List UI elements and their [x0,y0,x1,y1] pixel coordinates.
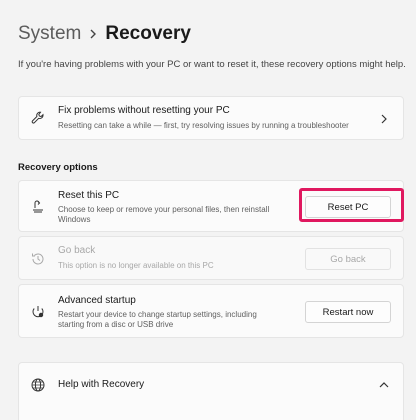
breadcrumb-system[interactable]: System [18,23,81,45]
fix-problems-title: Fix problems without resetting your PC [58,105,230,116]
chevron-up-icon[interactable] [379,380,389,390]
go-back-card: Go back This option is no longer availab… [18,236,404,280]
go-back-title: Go back [58,245,96,256]
fix-problems-card[interactable]: Fix problems without resetting your PC R… [18,96,404,140]
page-description: If you're having problems with your PC o… [18,59,406,70]
section-label: Recovery options [18,162,98,173]
globe-icon [30,377,46,393]
help-recovery-title: Help with Recovery [58,379,145,390]
advanced-startup-subtitle: Restart your device to change startup se… [58,310,257,319]
go-back-subtitle: This option is no longer available on th… [58,261,214,270]
advanced-startup-subtitle-line2: starting from a disc or USB drive [58,320,174,329]
reset-pc-icon [30,199,46,215]
reset-pc-title: Reset this PC [58,190,120,201]
advanced-startup-title: Advanced startup [58,295,136,306]
advanced-startup-icon [30,304,46,320]
help-recovery-card[interactable]: Help with Recovery [18,362,404,406]
wrench-icon [30,110,46,126]
chevron-right-icon [379,114,389,124]
reset-pc-subtitle: Choose to keep or remove your personal f… [58,205,270,214]
go-back-button: Go back [305,248,391,270]
advanced-startup-card: Advanced startup Restart your device to … [18,284,404,338]
restart-now-button[interactable]: Restart now [305,301,391,323]
page-title: Recovery [105,23,191,44]
help-recovery-content [18,405,404,420]
highlight-box [299,188,404,222]
chevron-right-icon [81,29,105,39]
history-icon [30,251,46,267]
fix-problems-subtitle: Resetting can take a while — first, try … [58,121,349,130]
reset-pc-subtitle-line2: Windows [58,215,91,224]
breadcrumb: System Recovery [18,22,191,46]
